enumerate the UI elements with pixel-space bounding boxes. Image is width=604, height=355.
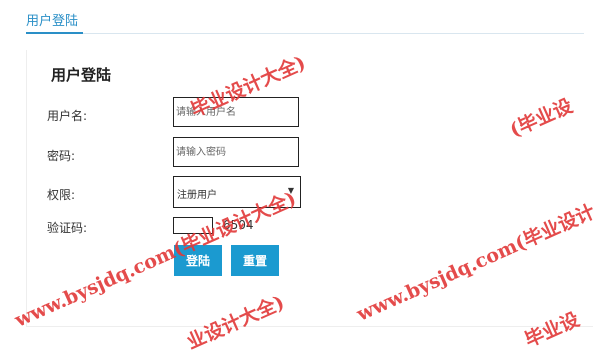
role-select-value: 注册用户 (177, 190, 217, 201)
reset-button[interactable]: 重置 (231, 245, 279, 276)
password-label: 密码: (47, 149, 76, 163)
page-tab-title[interactable]: 用户登陆 (26, 10, 78, 29)
captcha-label: 验证码: (47, 221, 88, 235)
password-input[interactable] (173, 137, 299, 167)
tab-underline (26, 33, 584, 34)
tab-active-indicator (26, 32, 83, 34)
form-title: 用户登陆 (51, 66, 112, 84)
username-label: 用户名: (47, 109, 88, 123)
role-label: 权限: (47, 188, 76, 202)
